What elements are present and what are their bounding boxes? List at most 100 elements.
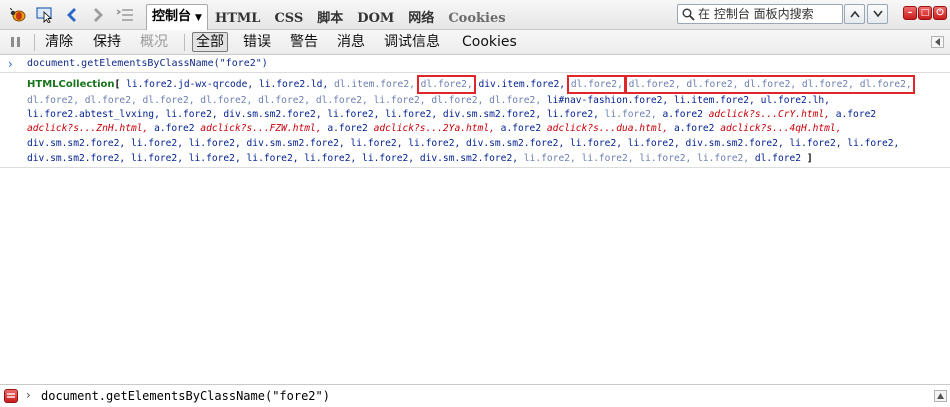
chevron-down-icon[interactable]: ▼ xyxy=(195,13,202,23)
result-element-item[interactable]: dl.fore2, xyxy=(489,95,541,106)
error-icon[interactable] xyxy=(4,389,18,403)
profile-button[interactable]: 概况 xyxy=(137,32,171,52)
result-element-item[interactable]: li.fore2, xyxy=(189,138,241,149)
result-element-item[interactable]: div.sm.sm2.fore2, xyxy=(27,138,125,149)
result-element-item[interactable]: dl.fore2, xyxy=(143,95,195,106)
result-element-item[interactable]: dl.fore2, xyxy=(629,79,681,90)
result-element-item[interactable]: div.sm.sm2.fore2, xyxy=(466,138,564,149)
menu-list-icon[interactable] xyxy=(116,6,134,24)
result-element-item[interactable]: dl.fore2, xyxy=(316,95,368,106)
filter-info-button[interactable]: 消息 xyxy=(334,32,368,52)
result-element-item[interactable]: li.fore2, xyxy=(570,138,622,149)
filter-warnings-button[interactable]: 警告 xyxy=(287,32,321,52)
result-element-item[interactable]: li.fore2, xyxy=(374,95,426,106)
result-element-item[interactable]: li.fore2, xyxy=(639,153,691,164)
toggle-command-editor-button[interactable] xyxy=(931,36,944,48)
inspect-element-icon[interactable] xyxy=(36,6,54,24)
result-element-item[interactable]: li.fore2, xyxy=(408,138,460,149)
result-element-item[interactable]: dl.fore2, xyxy=(744,79,796,90)
result-element-item[interactable]: li.fore2, xyxy=(189,153,241,164)
result-element-item[interactable]: ul.fore2.lh, xyxy=(761,95,830,106)
command-input[interactable] xyxy=(41,387,921,404)
close-button[interactable]: ⏻ xyxy=(933,6,947,20)
panel-search-box[interactable] xyxy=(677,4,843,24)
result-element-item[interactable]: a.fore2 xyxy=(674,123,714,134)
tab-html[interactable]: HTML xyxy=(208,8,268,30)
tab-dom[interactable]: DOM xyxy=(350,8,401,30)
result-link-item[interactable]: adclick?s...ZnH.html, xyxy=(27,123,148,134)
result-element-item[interactable]: li.fore2, xyxy=(524,153,576,164)
result-element-item[interactable]: a.fore2 xyxy=(154,123,194,134)
result-element-item[interactable]: li#nav-fashion.fore2, xyxy=(547,95,668,106)
result-element-item[interactable]: dl.fore2, xyxy=(27,95,79,106)
result-element-item[interactable]: dl.fore2, xyxy=(258,95,310,106)
result-element-item[interactable]: li.fore2, xyxy=(166,109,218,120)
result-element-item[interactable]: li.fore2, xyxy=(547,109,599,120)
forward-arrow-icon[interactable] xyxy=(89,6,107,24)
persist-button[interactable]: 保持 xyxy=(90,32,124,52)
result-element-item[interactable]: div.sm.sm2.fore2, xyxy=(686,138,784,149)
result-element-item[interactable]: li.fore2, xyxy=(327,109,379,120)
search-next-button[interactable] xyxy=(867,4,888,24)
detach-button[interactable]: □ xyxy=(918,6,932,20)
result-element-item[interactable]: div.sm.sm2.fore2, xyxy=(247,138,345,149)
result-link-item[interactable]: adclick?s...CrY.html, xyxy=(709,109,830,120)
result-element-item[interactable]: dl.fore2, xyxy=(686,79,738,90)
result-element-item[interactable]: li.fore2, xyxy=(385,109,437,120)
firebug-icon[interactable] xyxy=(9,6,27,24)
result-element-item[interactable]: li.fore2, xyxy=(247,153,299,164)
tab-console[interactable]: 控制台 ▼ xyxy=(146,4,208,30)
filter-debug-button[interactable]: 调试信息 xyxy=(381,32,443,52)
result-element-item[interactable]: a.fore2 xyxy=(662,109,702,120)
result-element-item[interactable]: li.fore2.ld, xyxy=(259,79,328,90)
result-element-item[interactable]: div.sm.sm2.fore2, xyxy=(420,153,518,164)
result-element-item[interactable]: div.sm.sm2.fore2, xyxy=(223,109,321,120)
collection-label[interactable]: HTMLCollection xyxy=(27,79,115,90)
executed-command[interactable]: document.getElementsByClassName("fore2") xyxy=(27,58,268,69)
filter-cookies-button[interactable]: Cookies xyxy=(459,32,520,52)
result-link-item[interactable]: adclick?s...dua.html, xyxy=(547,123,668,134)
result-element-item[interactable]: dl.fore2, xyxy=(571,79,623,90)
tab-net[interactable]: 网络 xyxy=(401,8,441,30)
result-element-item[interactable]: div.item.fore2, xyxy=(478,79,565,90)
result-element-item[interactable]: a.fore2 xyxy=(501,123,541,134)
result-element-item[interactable]: li.fore2, xyxy=(131,153,183,164)
filter-errors-button[interactable]: 错误 xyxy=(240,32,274,52)
result-element-item[interactable]: li.fore2.abtest_lvxing, xyxy=(27,109,160,120)
result-element-item[interactable]: li.fore2, xyxy=(697,153,749,164)
search-prev-button[interactable] xyxy=(844,4,865,24)
result-element-item[interactable]: li.fore2, xyxy=(605,109,657,120)
result-element-item[interactable]: dl.fore2, xyxy=(860,79,912,90)
tab-cookies[interactable]: Cookies xyxy=(441,8,512,30)
result-element-item[interactable]: div.sm.sm2.fore2, xyxy=(443,109,541,120)
pause-icon[interactable] xyxy=(9,35,23,52)
result-element-item[interactable]: li.fore2, xyxy=(351,138,403,149)
result-element-item[interactable]: a.fore2 xyxy=(327,123,367,134)
tab-css[interactable]: CSS xyxy=(267,8,310,30)
expand-command-editor-button[interactable] xyxy=(934,390,947,402)
result-element-item[interactable]: li.fore2, xyxy=(628,138,680,149)
result-link-item[interactable]: adclick?s...2Ya.html, xyxy=(374,123,495,134)
result-element-item[interactable]: a.fore2 xyxy=(836,109,876,120)
result-element-item[interactable]: li.fore2.jd-wx-qrcode, xyxy=(126,79,253,90)
result-element-item[interactable]: li.fore2, xyxy=(790,138,842,149)
result-element-item[interactable]: li.fore2, xyxy=(131,138,183,149)
result-element-item[interactable]: dl.fore2, xyxy=(421,79,473,90)
result-link-item[interactable]: adclick?s...FZW.html, xyxy=(200,123,321,134)
minimize-button[interactable]: – xyxy=(903,6,917,20)
result-element-item[interactable]: dl.fore2, xyxy=(802,79,854,90)
result-element-item[interactable]: dl.fore2, xyxy=(85,95,137,106)
result-element-item[interactable]: li.fore2, xyxy=(362,153,414,164)
result-element-item[interactable]: dl.fore2 xyxy=(755,153,801,164)
result-element-item[interactable]: li.fore2, xyxy=(304,153,356,164)
result-element-item[interactable]: li.item.fore2, xyxy=(674,95,755,106)
result-element-item[interactable]: li.fore2, xyxy=(582,153,634,164)
search-input[interactable] xyxy=(695,7,838,21)
filter-all-button[interactable]: 全部 xyxy=(192,32,228,52)
tab-script[interactable]: 脚本 xyxy=(310,8,350,30)
result-element-item[interactable]: dl.fore2, xyxy=(431,95,483,106)
result-link-item[interactable]: adclick?s...4qH.html, xyxy=(720,123,841,134)
clear-button[interactable]: 清除 xyxy=(42,32,76,52)
result-element-item[interactable]: li.fore2, xyxy=(847,138,899,149)
result-element-item[interactable]: div.sm.sm2.fore2, xyxy=(27,153,125,164)
